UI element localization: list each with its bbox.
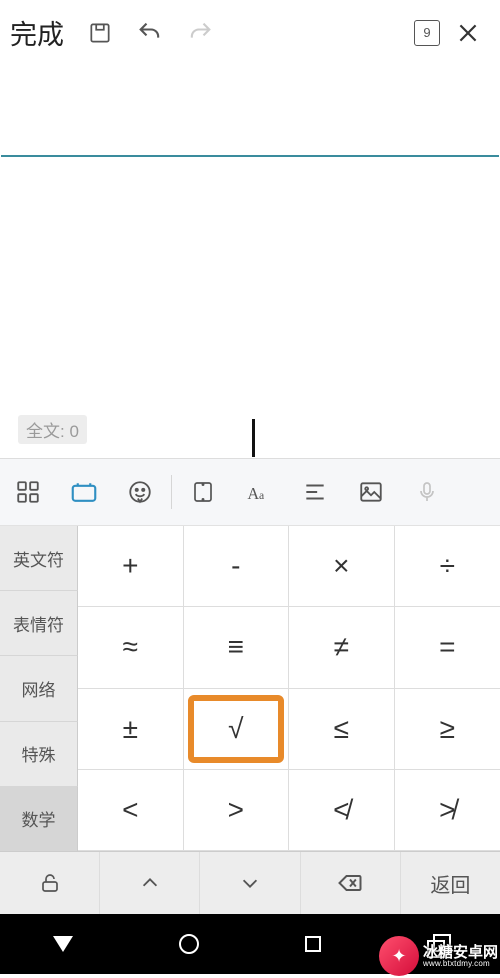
apps-icon[interactable]	[0, 464, 56, 520]
image-icon[interactable]	[343, 464, 399, 520]
redo-icon	[178, 11, 222, 55]
key-plus[interactable]: +	[78, 526, 184, 607]
nav-recents-icon[interactable]	[305, 936, 321, 952]
symbol-category-list: 英文符 表情符 网络 特殊 数学	[0, 526, 78, 851]
key-plus-minus[interactable]: ±	[78, 689, 184, 770]
key-less-than[interactable]: <	[78, 770, 184, 851]
text-cursor	[252, 419, 255, 457]
page-number-badge[interactable]: 9	[414, 20, 440, 46]
symbol-keyboard: 英文符 表情符 网络 特殊 数学 + - × ÷ ≈ ≡ ≠ = ± √ ≤ ≥…	[0, 526, 500, 852]
key-greater-equal[interactable]: ≥	[395, 689, 500, 770]
category-math[interactable]: 数学	[0, 787, 78, 851]
down-arrow-key[interactable]	[200, 852, 300, 914]
save-icon[interactable]	[78, 11, 122, 55]
up-arrow-key[interactable]	[100, 852, 200, 914]
backspace-key[interactable]	[301, 852, 401, 914]
nav-home-icon[interactable]	[179, 934, 199, 954]
category-emoji-symbols[interactable]: 表情符	[0, 591, 78, 656]
format-toolbar: A a	[0, 458, 500, 526]
key-multiply[interactable]: ×	[289, 526, 395, 607]
microphone-icon[interactable]	[399, 464, 455, 520]
svg-text:a: a	[259, 489, 265, 502]
symbol-grid: + - × ÷ ≈ ≡ ≠ = ± √ ≤ ≥ < > ≮ ≯	[78, 526, 500, 851]
watermark-title: 冰糖安卓网	[423, 945, 498, 960]
key-minus[interactable]: -	[184, 526, 290, 607]
font-icon[interactable]: A a	[231, 464, 287, 520]
align-icon[interactable]	[287, 464, 343, 520]
watermark-url: www.btxtdmy.com	[423, 960, 498, 968]
key-less-equal[interactable]: ≤	[289, 689, 395, 770]
site-watermark: ✦ 冰糖安卓网 www.btxtdmy.com	[379, 936, 498, 976]
key-identical[interactable]: ≡	[184, 607, 290, 688]
category-network[interactable]: 网络	[0, 656, 78, 721]
key-divide[interactable]: ÷	[395, 526, 500, 607]
close-icon[interactable]	[446, 11, 490, 55]
key-not-less[interactable]: ≮	[289, 770, 395, 851]
word-count-badge: 全文: 0	[18, 415, 87, 444]
key-approx[interactable]: ≈	[78, 607, 184, 688]
key-greater-than[interactable]: >	[184, 770, 290, 851]
keyboard-icon[interactable]	[56, 464, 112, 520]
fullscreen-icon[interactable]	[175, 464, 231, 520]
keyboard-bottom-row: 返回	[0, 852, 500, 914]
category-special[interactable]: 特殊	[0, 722, 78, 787]
svg-text:A: A	[247, 484, 259, 503]
editor-top-toolbar: 完成 9	[0, 0, 500, 65]
done-button[interactable]: 完成	[10, 13, 64, 52]
document-area: 全文: 0	[0, 65, 500, 458]
body-input[interactable]: 全文: 0	[0, 157, 500, 457]
emoji-icon[interactable]	[112, 464, 168, 520]
key-not-equal[interactable]: ≠	[289, 607, 395, 688]
title-input[interactable]	[1, 65, 499, 157]
key-sqrt[interactable]: √	[184, 689, 290, 770]
return-key[interactable]: 返回	[401, 852, 500, 914]
key-not-greater[interactable]: ≯	[395, 770, 500, 851]
nav-back-icon[interactable]	[53, 936, 73, 952]
watermark-logo-icon: ✦	[379, 936, 419, 976]
undo-icon[interactable]	[128, 11, 172, 55]
lock-key[interactable]	[0, 852, 100, 914]
key-equals[interactable]: =	[395, 607, 500, 688]
category-english-symbols[interactable]: 英文符	[0, 526, 78, 591]
